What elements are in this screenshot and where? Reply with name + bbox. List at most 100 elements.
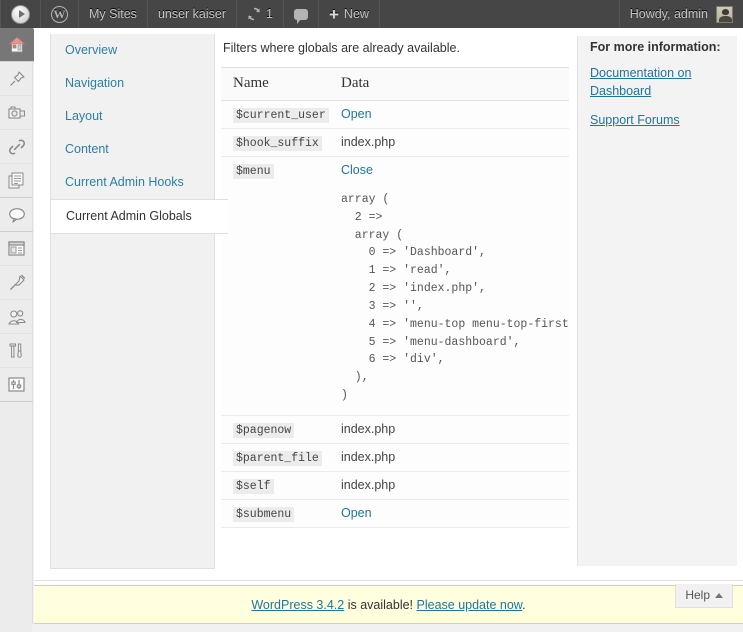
pages-document-icon [8,172,25,189]
sidebar-item-appearance[interactable] [0,232,33,266]
sidebar-item-media[interactable] [0,96,33,130]
tools-hammer-icon [8,343,25,359]
media-play-button[interactable] [0,0,41,28]
help-sidebar-title: For more information: [590,40,721,54]
value-text: index.php [341,449,396,464]
admin-bar-spacer [380,0,619,28]
support-forums-link[interactable]: Support Forums [590,111,737,129]
column-header-data: Data [329,67,569,101]
cell-data: Close array ( 2 => array ( 0 => 'Dashboa… [329,156,569,416]
sidebar-item-plugins[interactable] [0,266,33,300]
value-text: index.php [341,421,396,436]
tab-current-admin-globals[interactable]: Current Admin Globals [50,199,228,234]
variable-name: $menu [233,164,274,179]
links-chain-icon [8,138,26,156]
cell-data: index.php [329,415,569,444]
media-camera-icon [7,105,26,121]
wordpress-logo-icon: W [51,5,68,23]
table-row: $pagenow index.php [221,415,569,444]
admin-sidebar-menu [0,28,44,632]
cell-name: $menu [221,156,329,416]
avatar [716,5,733,23]
tab-layout[interactable]: Layout [51,100,214,133]
update-notice-text: WordPress 3.4.2 is available! Please upd… [251,598,525,612]
comment-bubble-icon [293,8,308,24]
table-row: $menu Close array ( 2 => array ( 0 => 'D… [221,156,569,416]
comments-button[interactable] [284,0,319,28]
variable-name: $pagenow [233,422,295,438]
tab-content[interactable]: Content [51,133,214,166]
wordpress-logo-button[interactable]: W [41,0,79,28]
new-content-button[interactable]: + New [319,0,380,28]
cell-name: $submenu [221,499,329,528]
variable-name: $self [233,478,274,494]
column-header-name: Name [221,67,329,101]
table-row: $submenu Open [221,499,569,528]
value-text: index.php [341,477,396,492]
site-name-label: unser kaiser [157,7,227,21]
sidebar-item-links[interactable] [0,130,33,164]
my-sites-label: My Sites [89,7,137,21]
help-content: Filters where globals are already availa… [221,34,569,564]
tab-navigation[interactable]: Navigation [51,67,214,100]
sidebar-item-tools[interactable] [0,334,33,368]
tab-current-admin-hooks[interactable]: Current Admin Hooks [51,166,214,199]
sidebar-item-posts[interactable] [0,62,33,96]
my-sites-menu[interactable]: My Sites [79,0,148,28]
media-play-icon [11,4,30,24]
notice-middle-text: is available! [344,597,417,612]
update-now-link[interactable]: Please update now [417,598,523,612]
updates-count: 1 [266,7,273,21]
admin-bar: W My Sites unser kaiser 1 + New Howdy, a… [0,0,743,28]
documentation-link[interactable]: Documentation on Dashboard [590,64,737,100]
cell-data: index.php [329,443,569,472]
cell-data: index.php [329,128,569,157]
account-menu[interactable]: Howdy, admin [618,0,743,28]
cell-data: Open [329,100,569,129]
sidebar-item-pages[interactable] [0,164,33,198]
variable-name: $submenu [233,506,295,522]
variable-dump: array ( 2 => array ( 0 => 'Dashboard', 1… [341,193,569,402]
table-row: $parent_file index.php [221,443,569,472]
table-row: $self index.php [221,471,569,500]
notice-suffix-text: . [522,597,526,612]
site-name-menu[interactable]: unser kaiser [148,0,238,28]
tab-overview[interactable]: Overview [51,34,214,67]
help-label: Help [685,588,710,602]
toggle-link[interactable]: Close [341,163,373,177]
variable-name: $current_user [233,108,329,123]
posts-pin-icon [8,70,26,88]
sidebar-item-dashboard[interactable] [0,28,44,62]
table-row: $current_user Open [221,100,569,129]
cell-name: $self [221,471,329,500]
admin-menu-tail [0,402,32,632]
content-wrap: Overview Navigation Layout Content Curre… [34,28,743,624]
plus-icon: + [328,4,339,24]
sidebar-item-settings[interactable] [0,368,33,402]
table-row: $hook_suffix index.php [221,128,569,157]
users-people-icon [7,309,26,325]
help-toggle-button[interactable]: Help [675,584,733,608]
cell-data: Open [329,499,569,528]
cell-name: $hook_suffix [221,128,329,157]
toggle-link[interactable]: Open [341,506,372,520]
variable-name: $parent_file [233,450,322,466]
dashboard-home-icon [7,36,26,53]
globals-table: Name Data $current_user Open $hook_suffi… [221,67,569,528]
wordpress-version-link[interactable]: WordPress 3.4.2 [251,598,344,612]
toggle-link[interactable]: Open [341,107,372,121]
cell-name: $current_user [221,100,329,129]
help-tab-list: Overview Navigation Layout Content Curre… [50,34,228,569]
howdy-label: Howdy, admin [629,7,708,21]
variable-name: $hook_suffix [233,136,322,151]
cell-data: index.php [329,471,569,500]
sidebar-item-users[interactable] [0,300,33,334]
cell-name: $parent_file [221,443,329,472]
new-content-label: New [343,7,369,21]
plugins-plug-icon [8,274,26,292]
comments-bubble-icon [8,207,26,223]
chevron-up-icon [715,592,723,598]
updates-button[interactable]: 1 [237,0,284,28]
settings-sliders-icon [8,377,25,392]
sidebar-item-comments[interactable] [0,198,33,232]
